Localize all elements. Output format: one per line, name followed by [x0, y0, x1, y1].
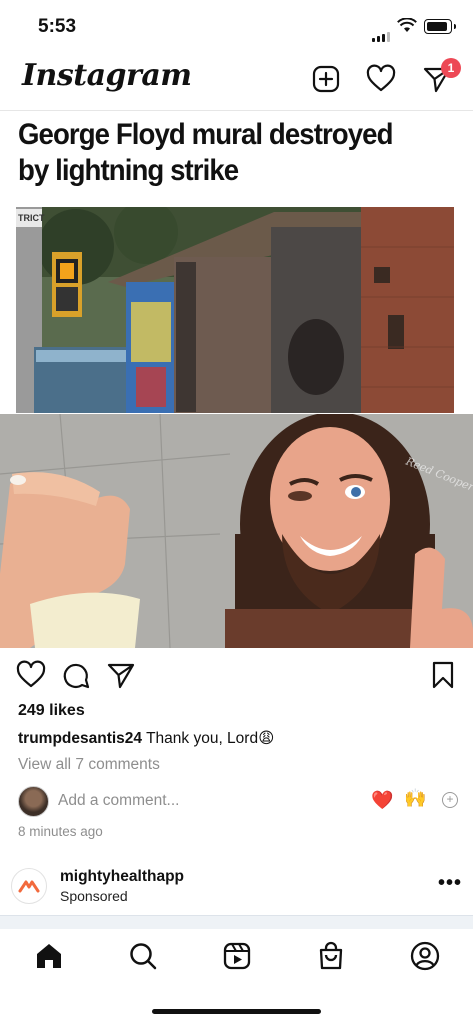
- buddy-christ-photo: Reed Cooper: [0, 414, 473, 648]
- caption-username[interactable]: trumpdesantis24: [18, 730, 142, 747]
- sponsor-logo-icon[interactable]: [11, 868, 47, 904]
- quick-reaction-heart[interactable]: ❤️: [371, 790, 393, 811]
- add-comment-input[interactable]: Add a comment...: [58, 792, 179, 810]
- post-timestamp: 8 minutes ago: [18, 824, 103, 839]
- cellular-signal-icon: [372, 24, 392, 42]
- comment-icon[interactable]: [61, 660, 91, 690]
- sign-text: TRICT: [18, 213, 45, 223]
- instagram-logo[interactable]: Instagram: [22, 58, 192, 93]
- home-icon[interactable]: [33, 940, 65, 972]
- wifi-icon: [397, 18, 417, 32]
- like-heart-icon[interactable]: [16, 660, 46, 690]
- save-bookmark-icon[interactable]: [428, 660, 458, 690]
- battery-icon: [424, 19, 456, 34]
- search-icon[interactable]: [127, 940, 159, 972]
- quick-reaction-raised-hands[interactable]: 🙌: [404, 788, 426, 809]
- share-icon[interactable]: [106, 660, 136, 690]
- status-time: 5:53: [38, 16, 77, 37]
- profile-icon[interactable]: [409, 940, 441, 972]
- post-caption: trumpdesantis24 Thank you, Lord😩: [18, 729, 274, 748]
- sponsored-label: Sponsored: [60, 888, 128, 904]
- building-photo: TRICT: [16, 207, 454, 413]
- sponsored-media-strip: [0, 915, 473, 929]
- more-options-button[interactable]: •••: [438, 872, 462, 895]
- my-avatar: [18, 786, 49, 817]
- dm-badge: 1: [441, 58, 461, 78]
- reels-icon[interactable]: [221, 940, 253, 972]
- post-image[interactable]: George Floyd mural destroyed by lightnin…: [0, 111, 473, 648]
- activity-heart-icon[interactable]: [366, 64, 396, 94]
- caption-text: Thank you, Lord😩: [142, 730, 275, 747]
- view-all-comments-link[interactable]: View all 7 comments: [18, 756, 160, 774]
- home-indicator[interactable]: [152, 1009, 321, 1014]
- news-headline: George Floyd mural destroyed by lightnin…: [18, 118, 393, 187]
- shop-icon[interactable]: [315, 940, 347, 972]
- sponsor-name[interactable]: mightyhealthapp: [60, 868, 184, 886]
- likes-count[interactable]: 249 likes: [18, 702, 85, 720]
- new-post-icon[interactable]: [311, 64, 341, 94]
- add-emoji-icon[interactable]: +: [442, 792, 458, 808]
